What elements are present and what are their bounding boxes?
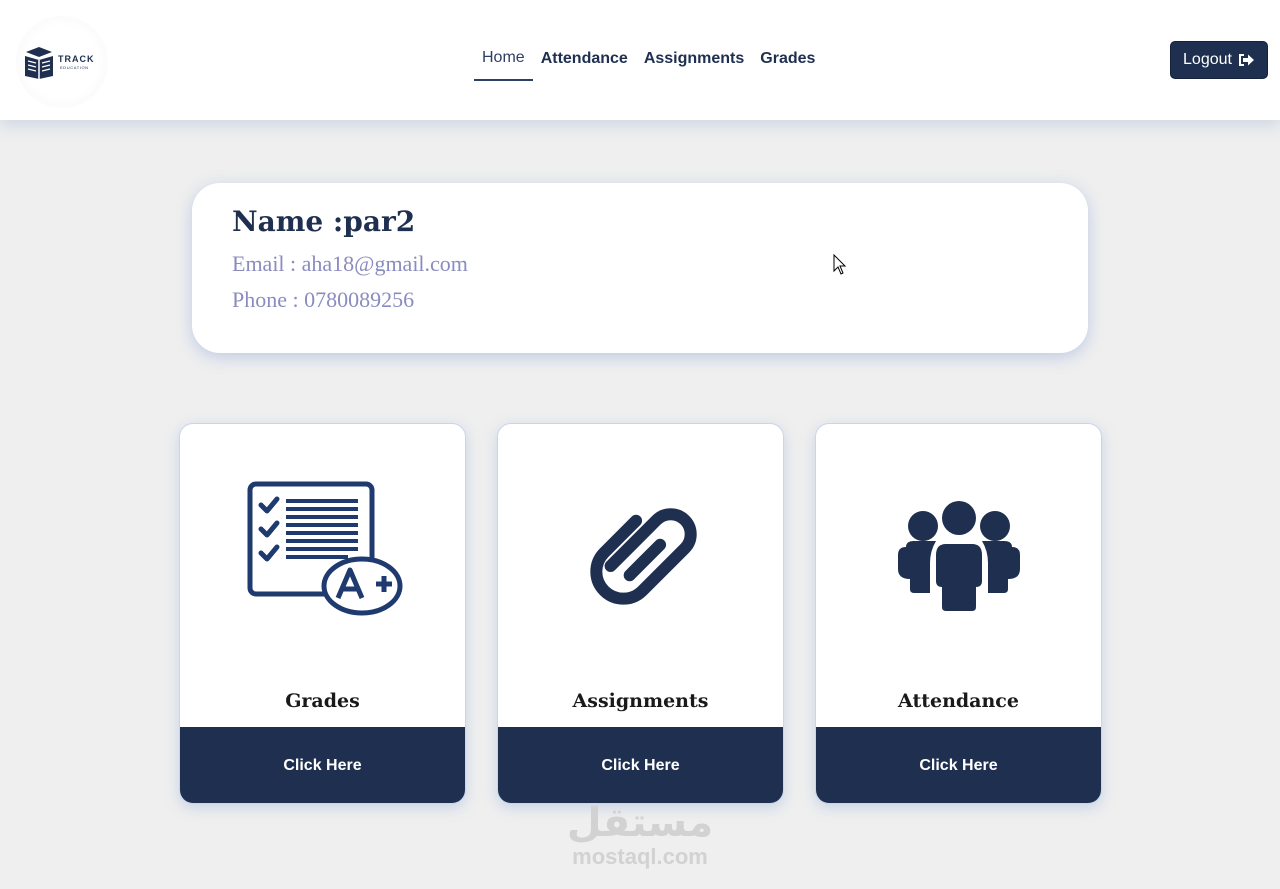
grades-checklist-icon bbox=[180, 474, 465, 634]
group-icon bbox=[816, 474, 1101, 634]
mostaql-watermark: مستقل mostaql.com bbox=[560, 800, 720, 868]
assignments-card-title: Assignments bbox=[572, 690, 709, 712]
watermark-arabic: مستقل bbox=[566, 800, 714, 846]
attendance-card-title: Attendance bbox=[898, 690, 1019, 712]
nav-grades[interactable]: Grades bbox=[752, 40, 823, 81]
top-navbar: TRACK EDUCATION Home Attendance Assignme… bbox=[0, 0, 1280, 120]
profile-card: Name :par2 Email : aha18@gmail.com Phone… bbox=[192, 183, 1088, 353]
book-icon bbox=[25, 47, 53, 79]
profile-email: Email : aha18@gmail.com bbox=[232, 251, 468, 276]
logo-text: TRACK bbox=[58, 54, 95, 64]
watermark-latin: mostaql.com bbox=[572, 844, 708, 869]
mouse-cursor-icon bbox=[833, 254, 847, 275]
assignments-card: Assignments Click Here bbox=[497, 423, 784, 804]
paperclip-icon bbox=[498, 474, 783, 634]
nav-assignments[interactable]: Assignments bbox=[636, 40, 752, 81]
grades-click-here-button[interactable]: Click Here bbox=[180, 727, 465, 803]
profile-phone: Phone : 0780089256 bbox=[232, 287, 415, 312]
assignments-click-here-button[interactable]: Click Here bbox=[498, 727, 783, 803]
grades-card-title: Grades bbox=[285, 690, 360, 712]
logout-button[interactable]: Logout bbox=[1170, 41, 1268, 79]
attendance-card: Attendance Click Here bbox=[815, 423, 1102, 804]
profile-name: Name :par2 bbox=[232, 205, 416, 238]
main-nav: Home Attendance Assignments Grades bbox=[474, 40, 823, 82]
logo-subtext: EDUCATION bbox=[60, 65, 89, 70]
grades-card: Grades Click Here bbox=[179, 423, 466, 804]
attendance-click-here-button[interactable]: Click Here bbox=[816, 727, 1101, 803]
nav-attendance[interactable]: Attendance bbox=[533, 40, 636, 81]
track-education-logo[interactable]: TRACK EDUCATION bbox=[16, 16, 108, 108]
sign-out-icon bbox=[1238, 54, 1254, 66]
logout-label: Logout bbox=[1183, 51, 1232, 68]
nav-home[interactable]: Home bbox=[474, 40, 533, 81]
